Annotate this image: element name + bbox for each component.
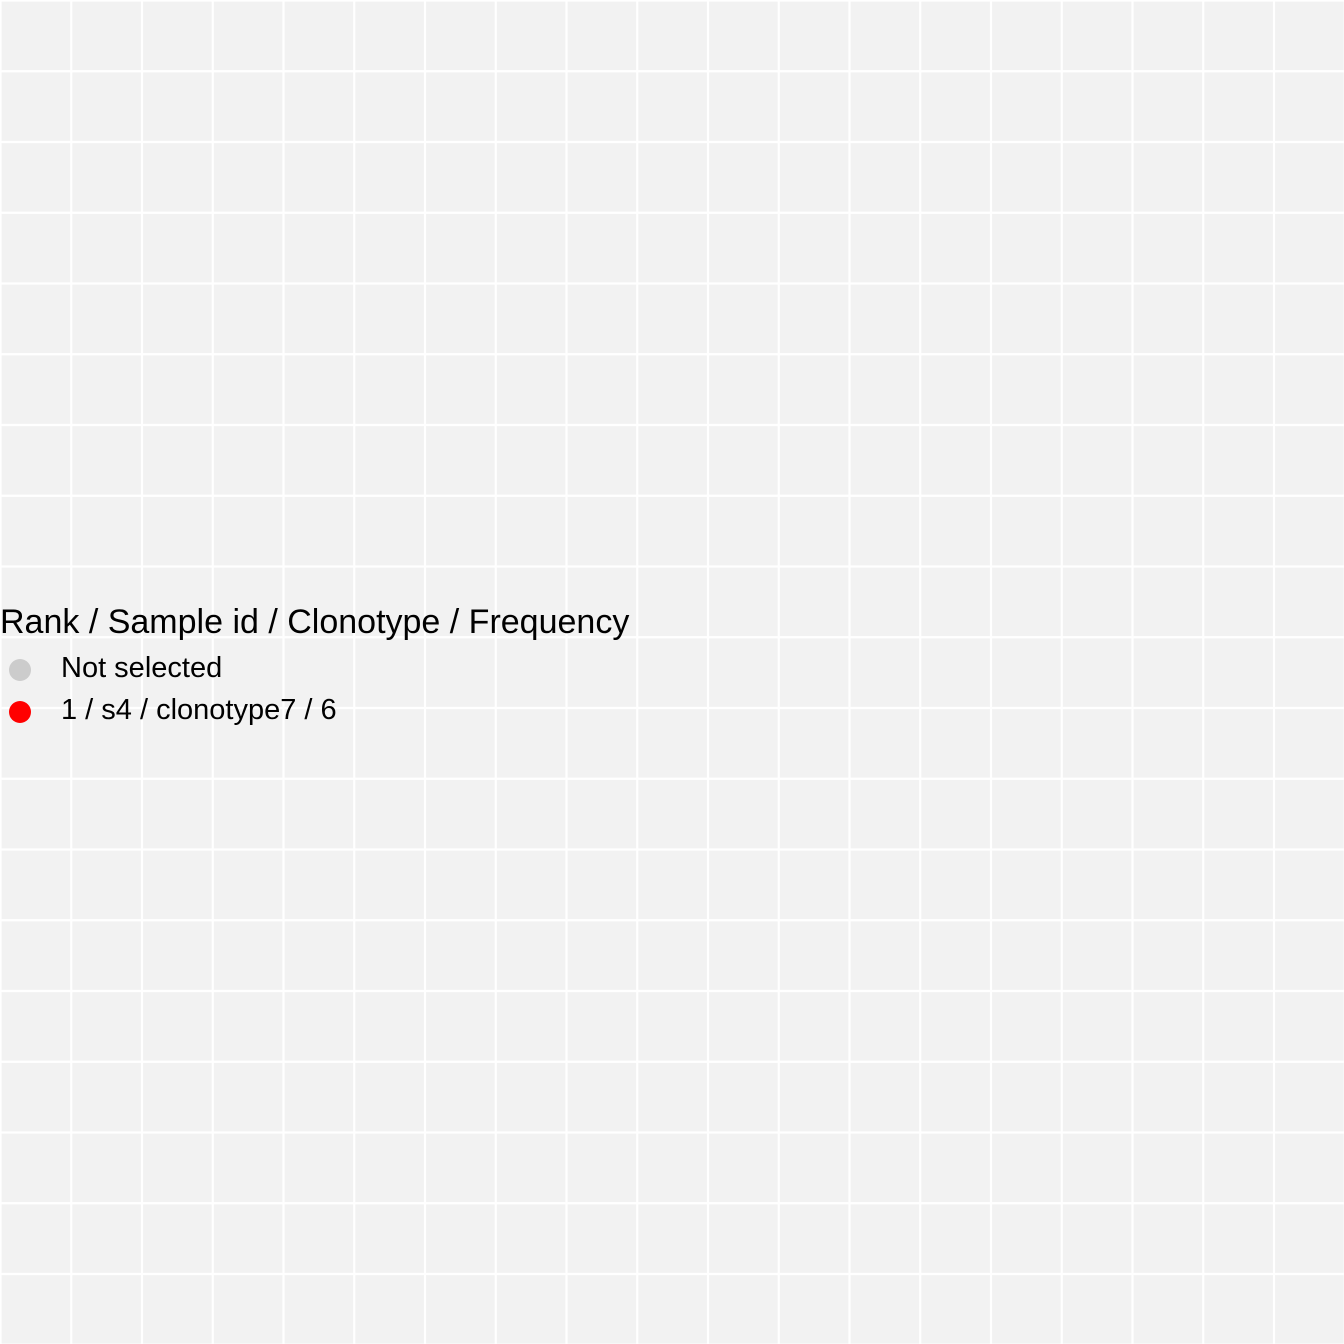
legend-key-not-selected bbox=[9, 659, 31, 681]
legend-label-not-selected: Not selected bbox=[61, 652, 223, 684]
legend-title: Rank / Sample id / Clonotype / Frequency bbox=[0, 603, 630, 641]
legend-label-clonotype7: 1 / s4 / clonotype7 / 6 bbox=[61, 693, 337, 726]
legend-items: Not selected 1 / s4 / clonotype7 / 6 bbox=[0, 652, 629, 739]
legend-item-not-selected: Not selected bbox=[0, 652, 629, 697]
legend-key-clonotype7 bbox=[9, 700, 31, 723]
legend: Rank / Sample id / Clonotype / Frequency… bbox=[0, 602, 629, 738]
legend-item-clonotype7: 1 / s4 / clonotype7 / 6 bbox=[0, 694, 629, 739]
